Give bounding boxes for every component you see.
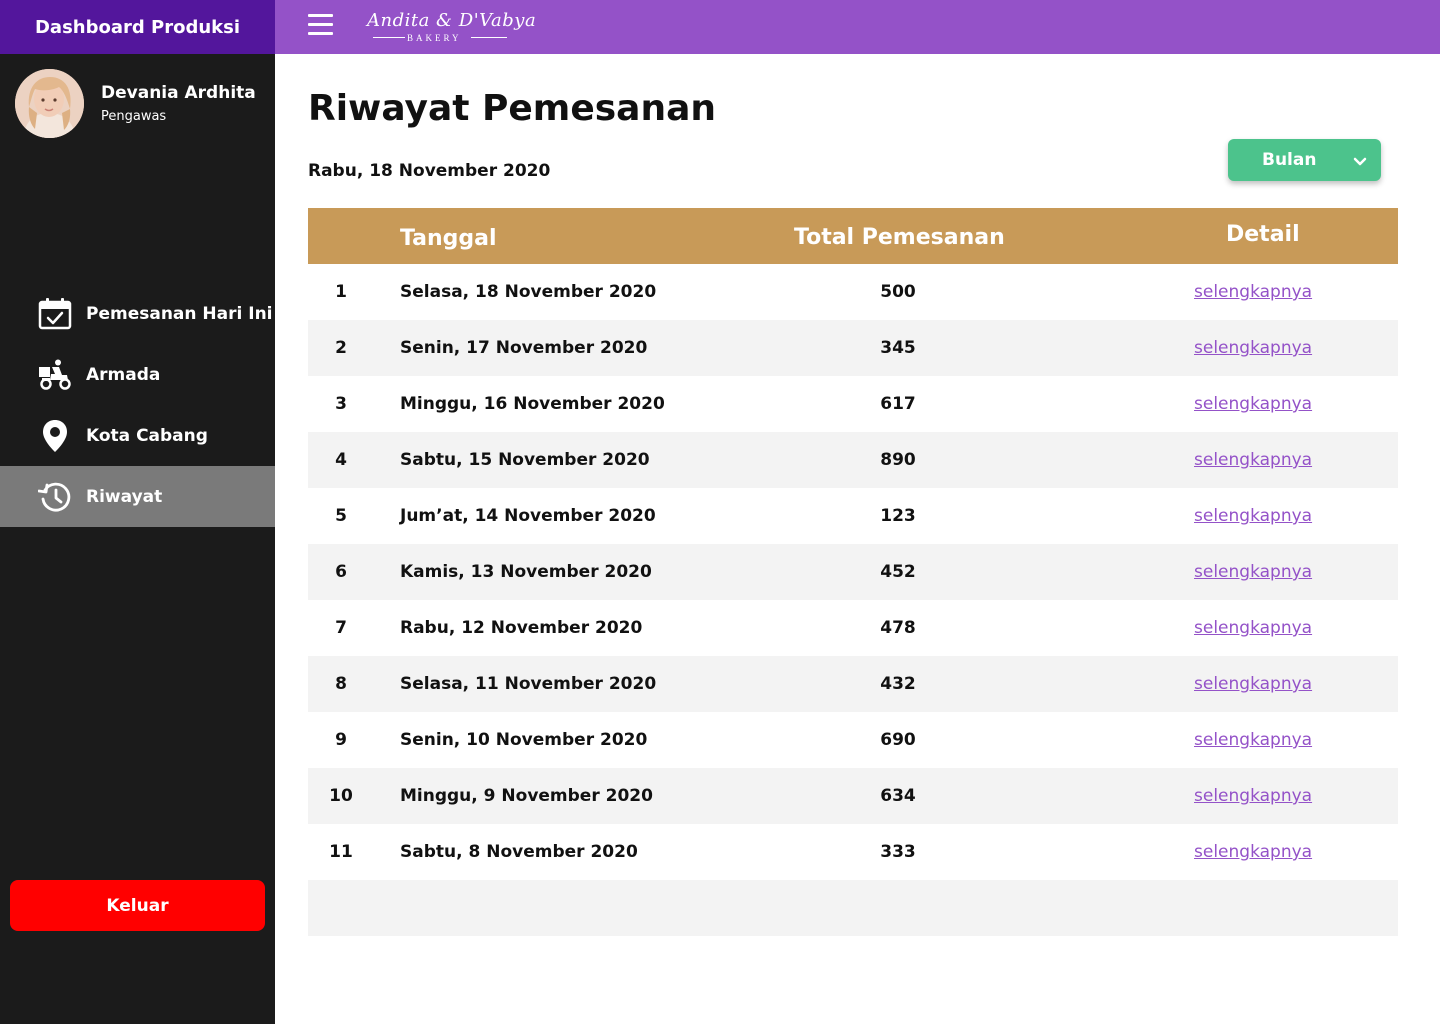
row-number: 7 (335, 618, 347, 638)
order-history-table: Tanggal Total Pemesanan Detail 1 Selasa, … (308, 208, 1398, 936)
row-total: 432 (880, 674, 916, 694)
row-number: 2 (335, 338, 347, 358)
sidebar-item-label: Kota Cabang (86, 425, 208, 446)
row-date: Rabu, 12 November 2020 (400, 618, 643, 638)
row-date: Minggu, 16 November 2020 (400, 394, 665, 414)
logout-button[interactable]: Keluar (10, 880, 265, 931)
row-total: 478 (880, 618, 916, 638)
row-date: Minggu, 9 November 2020 (400, 786, 653, 806)
row-total: 500 (880, 282, 916, 302)
table-row: 4 Sabtu, 15 November 2020 890 selengkapnya (308, 432, 1398, 488)
row-number: 4 (335, 450, 347, 470)
column-header-date: Tanggal (400, 226, 497, 251)
detail-link[interactable]: selengkapnya (1194, 282, 1312, 302)
hamburger-menu-icon[interactable] (308, 14, 333, 35)
table-row: 3 Minggu, 16 November 2020 617 selengkapnya (308, 376, 1398, 432)
row-number: 6 (335, 562, 347, 582)
detail-link[interactable]: selengkapnya (1194, 338, 1312, 358)
row-total: 123 (880, 506, 916, 526)
row-total: 617 (880, 394, 916, 414)
calendar-check-icon (38, 297, 72, 331)
detail-link[interactable]: selengkapnya (1194, 506, 1312, 526)
row-number: 3 (335, 394, 347, 414)
table-row: 1 Selasa, 18 November 2020 500 selengkapnya (308, 264, 1398, 320)
sidebar-item-armada[interactable]: Armada (0, 344, 275, 405)
row-date: Jum’at, 14 November 2020 (400, 506, 656, 526)
row-number: 1 (335, 282, 347, 302)
user-role: Pengawas (101, 109, 167, 124)
row-date: Kamis, 13 November 2020 (400, 562, 652, 582)
table-row-empty (308, 880, 1398, 936)
table-row: 11 Sabtu, 8 November 2020 333 selengkapnya (308, 824, 1398, 880)
sidebar-title: Dashboard Produksi (0, 0, 275, 54)
detail-link[interactable]: selengkapnya (1194, 786, 1312, 806)
page-title: Riwayat Pemesanan (308, 88, 717, 129)
user-name: Devania Ardhita (101, 83, 256, 103)
table-row: 5 Jum’at, 14 November 2020 123 selengkapnya (308, 488, 1398, 544)
detail-link[interactable]: selengkapnya (1194, 674, 1312, 694)
detail-link[interactable]: selengkapnya (1194, 562, 1312, 582)
row-total: 690 (880, 730, 916, 750)
brand-subtitle: BAKERY (407, 33, 462, 43)
detail-link[interactable]: selengkapnya (1194, 394, 1312, 414)
history-icon (38, 480, 72, 514)
user-profile: Devania Ardhita Pengawas (15, 69, 256, 138)
table-row: 8 Selasa, 11 November 2020 432 selengkapnya (308, 656, 1398, 712)
period-filter-label: Bulan (1262, 150, 1317, 170)
table-row: 7 Rabu, 12 November 2020 478 selengkapnya (308, 600, 1398, 656)
top-bar: Andita & D'Vabya BAKERY (275, 0, 1440, 54)
row-total: 345 (880, 338, 916, 358)
logo-divider (373, 37, 405, 38)
chevron-down-icon (1353, 154, 1367, 168)
row-number: 8 (335, 674, 347, 694)
sidebar-item-label: Armada (86, 364, 161, 385)
logo-divider (471, 37, 507, 38)
row-date: Senin, 10 November 2020 (400, 730, 648, 750)
avatar (15, 69, 84, 138)
brand-logo: Andita & D'Vabya BAKERY (367, 8, 536, 46)
table-body: 1 Selasa, 18 November 2020 500 selengkapnya… (308, 264, 1398, 880)
table-header: Tanggal Total Pemesanan Detail (308, 208, 1398, 264)
detail-link[interactable]: selengkapnya (1194, 618, 1312, 638)
row-number: 11 (329, 842, 353, 862)
brand-name: Andita & D'Vabya (367, 10, 537, 31)
column-header-total: Total Pemesanan (794, 225, 1005, 250)
row-date: Selasa, 11 November 2020 (400, 674, 657, 694)
table-row: 6 Kamis, 13 November 2020 452 selengkapnya (308, 544, 1398, 600)
sidebar-item-label: Riwayat (86, 486, 163, 507)
delivery-scooter-icon (38, 358, 72, 392)
row-date: Senin, 17 November 2020 (400, 338, 648, 358)
sidebar-item-label: Pemesanan Hari Ini (86, 303, 273, 324)
sidebar: Dashboard Produksi Devania Ardhita Penga… (0, 0, 275, 1024)
row-total: 634 (880, 786, 916, 806)
row-date: Selasa, 18 November 2020 (400, 282, 657, 302)
period-filter-dropdown[interactable]: Bulan (1228, 139, 1381, 181)
table-row: 9 Senin, 10 November 2020 690 selengkapnya (308, 712, 1398, 768)
row-total: 452 (880, 562, 916, 582)
sidebar-item-pemesanan-hari-ini[interactable]: Pemesanan Hari Ini (0, 283, 275, 344)
column-header-detail: Detail (1226, 222, 1300, 247)
current-date: Rabu, 18 November 2020 (308, 161, 551, 181)
table-row: 2 Senin, 17 November 2020 345 selengkapnya (308, 320, 1398, 376)
row-number: 5 (335, 506, 347, 526)
table-row: 10 Minggu, 9 November 2020 634 selengkapnya (308, 768, 1398, 824)
row-number: 10 (329, 786, 353, 806)
sidebar-item-kota-cabang[interactable]: Kota Cabang (0, 405, 275, 466)
row-date: Sabtu, 15 November 2020 (400, 450, 650, 470)
row-total: 890 (880, 450, 916, 470)
detail-link[interactable]: selengkapnya (1194, 450, 1312, 470)
sidebar-item-riwayat[interactable]: Riwayat (0, 466, 275, 527)
location-pin-icon (38, 419, 72, 453)
row-number: 9 (335, 730, 347, 750)
detail-link[interactable]: selengkapnya (1194, 842, 1312, 862)
sidebar-nav: Pemesanan Hari Ini Armada Kota Cabang Ri… (0, 283, 275, 527)
detail-link[interactable]: selengkapnya (1194, 730, 1312, 750)
row-date: Sabtu, 8 November 2020 (400, 842, 638, 862)
row-total: 333 (880, 842, 916, 862)
